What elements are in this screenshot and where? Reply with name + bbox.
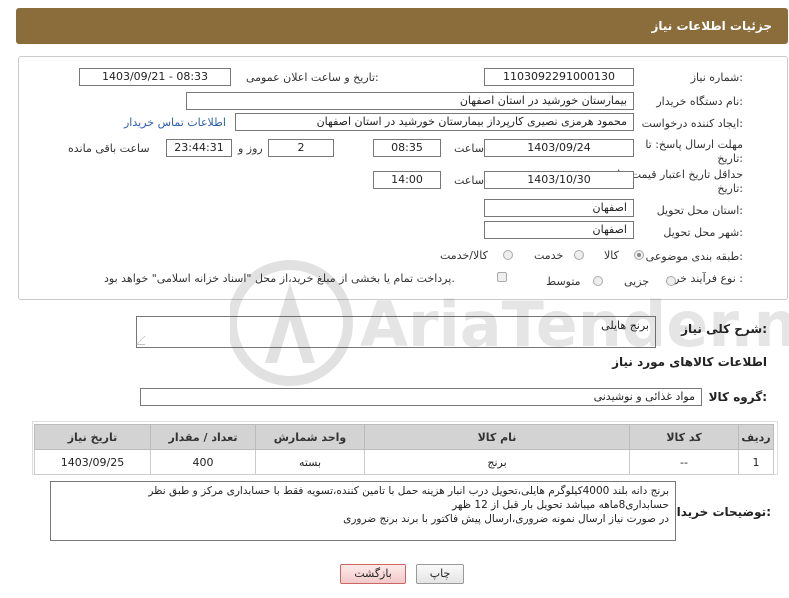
days-label: روز و [238, 142, 263, 155]
goods-group-label: گروه کالا: [708, 390, 767, 404]
creator-field: محمود هرمزی نصیری کارپرداز بیمارستان خور… [235, 113, 634, 131]
treasury-payment-checkbox[interactable] [497, 272, 507, 282]
cell-row: 1 [738, 449, 774, 475]
need-number-field: 1103092291000130 [484, 68, 634, 86]
col-name: نام کالا [364, 424, 630, 450]
category-option-goods: کالا [604, 249, 619, 262]
col-row: ردیف [738, 424, 774, 450]
cell-name: برنج [364, 449, 630, 475]
reply-deadline-label: مهلت ارسال پاسخ: تا تاریخ: [645, 138, 743, 165]
resize-grip-icon[interactable] [135, 336, 154, 345]
print-button[interactable]: چاپ [416, 564, 464, 584]
buyer-org-label: نام دستگاه خریدار: [656, 95, 743, 108]
table-row: 1 -- برنج بسته 400 1403/09/25 [34, 449, 774, 475]
city-label: شهر محل تحویل: [663, 226, 743, 239]
summary-textarea: برنج هایلی [135, 316, 656, 348]
remaining-time-field: 23:44:31 [166, 139, 232, 157]
price-time-field: 14:00 [373, 171, 441, 189]
buyer-notes-line: در صورت نیاز ارسال نمونه ضروری،ارسال پیش… [343, 513, 669, 525]
page-title: جزئیات اطلاعات نیاز [651, 19, 772, 33]
buyer-notes-line: حسابداری8ماهه میباشد تحویل بار قبل از 12… [452, 499, 669, 511]
remaining-label: ساعت باقی مانده [68, 142, 150, 155]
reply-time-label: ساعت [454, 142, 484, 155]
col-date: تاریخ نیاز [34, 424, 151, 450]
buyer-notes-textarea: برنج دانه بلند 4000کیلوگرم هایلی،تحویل د… [50, 481, 676, 541]
process-option-minor: جزیی [624, 275, 650, 288]
province-field: اصفهان [484, 199, 634, 217]
buyer-org-field: بیمارستان خورشید در استان اصفهان [186, 92, 634, 110]
buyer-notes-line: برنج دانه بلند 4000کیلوگرم هایلی،تحویل د… [148, 485, 669, 497]
buyer-notes-label: توضیحات خریدار: [669, 505, 771, 519]
cell-date: 1403/09/25 [34, 449, 151, 475]
province-label: استان محل تحویل: [656, 204, 743, 217]
announce-datetime-field: 1403/09/21 - 08:33 [79, 68, 231, 86]
back-button[interactable]: بازگشت [340, 564, 406, 584]
category-label: طبقه بندی موضوعی: [645, 250, 743, 263]
price-date-field: 1403/10/30 [484, 171, 634, 189]
buyer-contact-link[interactable]: اطلاعات تماس خریدار [124, 116, 226, 129]
reply-time-field: 08:35 [373, 139, 441, 157]
creator-label: ایجاد کننده درخواست: [641, 117, 743, 130]
cell-qty: 400 [150, 449, 256, 475]
category-radio-both[interactable] [503, 250, 513, 260]
process-radio-medium[interactable] [593, 276, 603, 286]
process-option-medium: متوسط [546, 275, 581, 288]
col-code: کد کالا [629, 424, 739, 450]
category-option-service: خدمت [534, 249, 564, 262]
col-qty: تعداد / مقدار [150, 424, 256, 450]
cell-code: -- [629, 449, 739, 475]
process-label: نوع فرآیند خرید : [665, 272, 743, 285]
treasury-payment-note: پرداخت تمام یا بخشی از مبلغ خرید،از محل … [104, 272, 455, 285]
need-number-label: شماره نیاز: [690, 71, 743, 84]
table-header-row: ردیف کد کالا نام کالا واحد شمارش تعداد /… [34, 424, 774, 450]
category-option-both: کالا/خدمت [440, 249, 488, 262]
goods-group-field: مواد غذائی و نوشیدنی [140, 388, 702, 406]
category-radio-goods[interactable] [634, 250, 644, 260]
cell-unit: بسته [255, 449, 365, 475]
process-radio-minor[interactable] [666, 276, 676, 286]
items-section-title: اطلاعات کالاهای مورد نیاز [612, 355, 767, 369]
items-table: ردیف کد کالا نام کالا واحد شمارش تعداد /… [34, 424, 774, 475]
category-radio-service[interactable] [574, 250, 584, 260]
page-title-bar: جزئیات اطلاعات نیاز [16, 8, 788, 44]
price-time-label: ساعت [454, 174, 484, 187]
announce-label: تاریخ و ساعت اعلان عمومی: [246, 71, 379, 84]
col-unit: واحد شمارش [255, 424, 365, 450]
city-field: اصفهان [484, 221, 634, 239]
reply-date-field: 1403/09/24 [484, 139, 634, 157]
summary-label: شرح کلی نیاز: [681, 322, 767, 336]
days-field: 2 [268, 139, 334, 157]
summary-text: برنج هایلی [601, 319, 649, 332]
